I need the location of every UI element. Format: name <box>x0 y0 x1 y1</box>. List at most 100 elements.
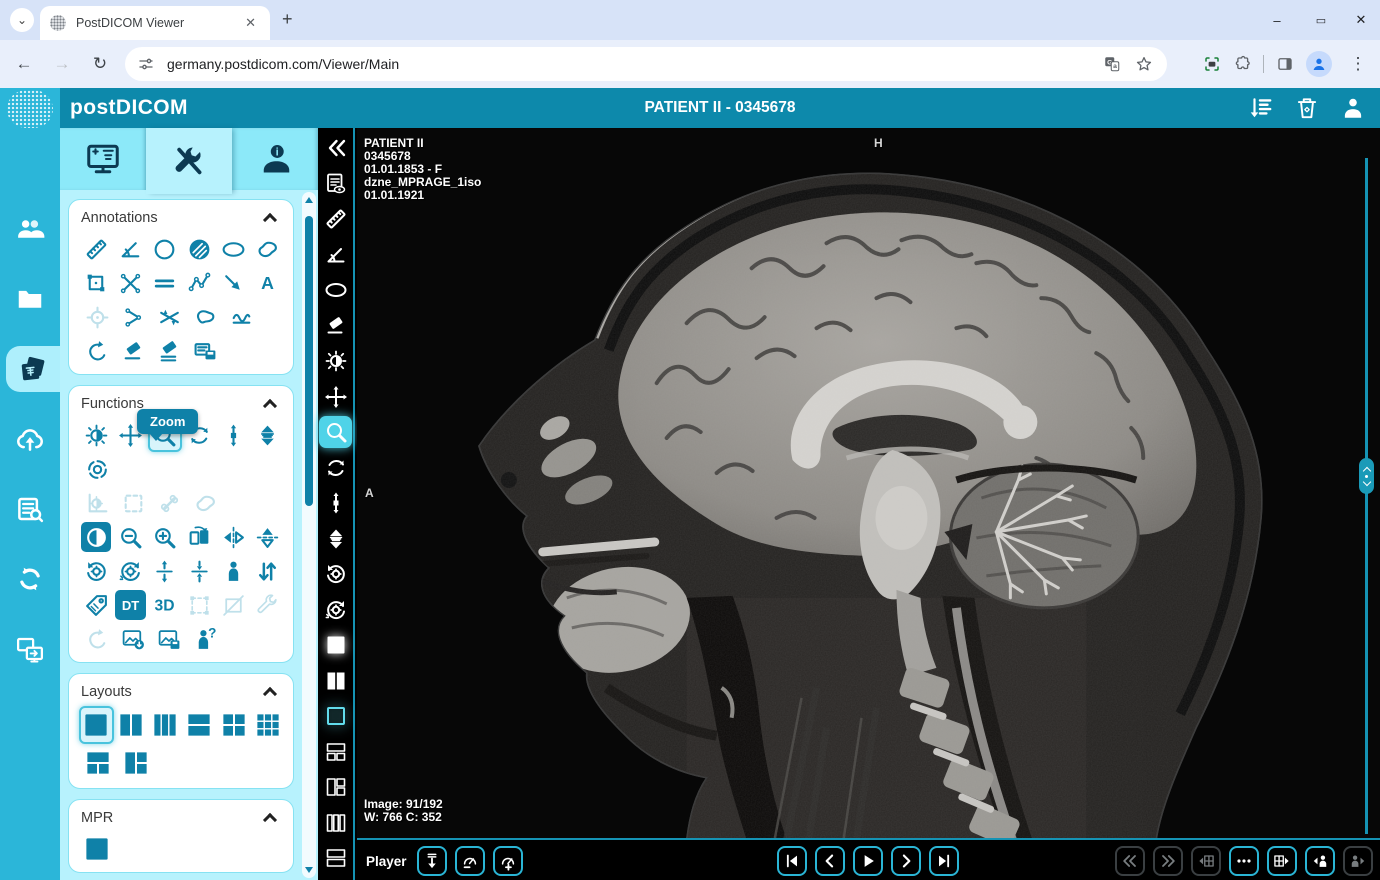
flip-v-tool[interactable] <box>251 520 285 554</box>
patients-button[interactable] <box>0 206 60 252</box>
tab-close-icon[interactable]: ✕ <box>241 13 260 33</box>
flip-page-tool[interactable] <box>182 520 216 554</box>
expand-v-tool[interactable] <box>148 554 182 588</box>
window-maximize-button[interactable]: ▭ <box>1306 6 1336 34</box>
L1x1-tool[interactable] <box>79 832 115 866</box>
cine-tool[interactable] <box>251 418 285 452</box>
L1x1-tool[interactable] <box>79 706 114 744</box>
browser-menu-icon[interactable]: ⋮ <box>1344 50 1372 78</box>
freehand-tool[interactable] <box>251 232 285 266</box>
angle-button[interactable] <box>319 239 352 271</box>
layouts-header[interactable]: Layouts <box>79 682 285 706</box>
user-button[interactable] <box>1340 95 1366 121</box>
next-button[interactable] <box>891 846 921 876</box>
share-screens-button[interactable] <box>0 626 60 672</box>
translate-icon[interactable]: Ga <box>1103 55 1121 73</box>
eraser-tool[interactable] <box>115 334 151 368</box>
first-button[interactable] <box>777 846 807 876</box>
circle-fill-tool[interactable] <box>182 232 216 266</box>
app-logo[interactable]: postDICOM <box>70 96 188 120</box>
cloud-upload-button[interactable] <box>0 416 60 462</box>
rotate-ccw-gear-button[interactable] <box>319 558 352 590</box>
last-button[interactable] <box>929 846 959 876</box>
open-angle-tool[interactable] <box>115 300 151 334</box>
play-button[interactable] <box>853 846 883 876</box>
L2x2-tool[interactable] <box>216 706 250 744</box>
zoom-button[interactable] <box>319 416 352 448</box>
L2col-tool[interactable] <box>114 706 148 744</box>
L2col-button[interactable] <box>319 665 352 697</box>
collapse-panel-button[interactable] <box>319 132 352 164</box>
parallel-tool[interactable] <box>148 266 182 300</box>
patient-prev-button[interactable] <box>1305 846 1335 876</box>
slider-thumb[interactable] <box>1359 458 1374 494</box>
save-annot-tool[interactable] <box>187 334 223 368</box>
window-level-tool[interactable] <box>79 418 113 452</box>
site-settings-icon[interactable] <box>137 55 155 73</box>
folder-button[interactable] <box>0 276 60 322</box>
tools-button[interactable] <box>146 128 232 194</box>
eraser-button[interactable] <box>319 310 352 342</box>
ruler-tool[interactable] <box>79 232 113 266</box>
polyline-tool[interactable] <box>182 266 216 300</box>
sync-button[interactable] <box>0 556 60 602</box>
ellipse-button[interactable] <box>319 274 352 306</box>
grid-next-button[interactable] <box>1267 846 1297 876</box>
ellipse-tool[interactable] <box>216 232 250 266</box>
circle-tool[interactable] <box>148 232 182 266</box>
export-image-tool[interactable] <box>115 622 151 656</box>
arrow-tool[interactable] <box>216 266 250 300</box>
window-close-button[interactable]: ✕ <box>1346 6 1376 34</box>
rect-tool[interactable] <box>79 266 113 300</box>
rotate-button[interactable] <box>319 452 352 484</box>
Lo-3col-button[interactable] <box>319 807 352 839</box>
rotate-cw-gear-tool[interactable] <box>113 554 147 588</box>
region-tool[interactable] <box>187 300 223 334</box>
address-bar[interactable]: germany.postdicom.com/Viewer/Main Ga <box>125 47 1167 81</box>
tag-tool[interactable] <box>79 588 113 622</box>
images-button[interactable] <box>6 346 60 392</box>
Lo-2row-button[interactable] <box>319 842 352 874</box>
stack-scroll-button[interactable] <box>319 487 352 519</box>
stack-scroll-tool[interactable] <box>216 418 250 452</box>
Lo-sq-button[interactable] <box>319 700 352 732</box>
extensions-puzzle-icon[interactable] <box>1233 55 1251 73</box>
Lo-1-2b-button[interactable] <box>319 736 352 768</box>
collapse-v-tool[interactable] <box>182 554 216 588</box>
scrollbar-thumb[interactable] <box>305 216 313 506</box>
profile-avatar[interactable] <box>1306 51 1332 77</box>
undo-tool[interactable] <box>79 334 115 368</box>
window-level-button[interactable] <box>319 345 352 377</box>
viewer-monitor-button[interactable] <box>60 128 146 190</box>
wave-tool[interactable] <box>223 300 259 334</box>
L1x1-button[interactable] <box>319 629 352 661</box>
trash-button[interactable] <box>1294 95 1320 121</box>
collapse-chevron-icon[interactable] <box>262 398 278 414</box>
sort-list-button[interactable] <box>1248 95 1274 121</box>
tab-search-chevron-icon[interactable]: ⌄ <box>10 8 34 32</box>
new-tab-button[interactable]: + <box>282 9 293 29</box>
cross-tool[interactable] <box>113 266 147 300</box>
url-text[interactable]: germany.postdicom.com/Viewer/Main <box>167 56 1103 72</box>
patient-help-tool[interactable]: ? <box>187 622 223 656</box>
L3x3-tool[interactable] <box>251 706 285 744</box>
play-mode-button[interactable] <box>416 846 447 876</box>
collapse-chevron-icon[interactable] <box>262 812 278 828</box>
flip-h-tool[interactable] <box>216 520 250 554</box>
window-minimize-button[interactable]: – <box>1262 6 1292 34</box>
scroll-down-arrow[interactable] <box>305 867 313 873</box>
angle-tool[interactable] <box>113 232 147 266</box>
swap-v-tool[interactable] <box>251 554 285 588</box>
erase-all-tool[interactable] <box>151 334 187 368</box>
speed-down-button[interactable] <box>454 846 485 876</box>
pan-button[interactable] <box>319 381 352 413</box>
worklist-button[interactable] <box>0 486 60 532</box>
L3col-tool[interactable] <box>148 706 182 744</box>
target-tool[interactable] <box>79 452 115 486</box>
three-d-tool[interactable]: 3D <box>148 588 182 622</box>
user-info-button[interactable]: i <box>232 128 318 190</box>
speed-up-button[interactable] <box>492 846 523 876</box>
L1-2b-tool[interactable] <box>79 744 117 782</box>
save-image-tool[interactable] <box>151 622 187 656</box>
collapse-chevron-icon[interactable] <box>262 686 278 702</box>
